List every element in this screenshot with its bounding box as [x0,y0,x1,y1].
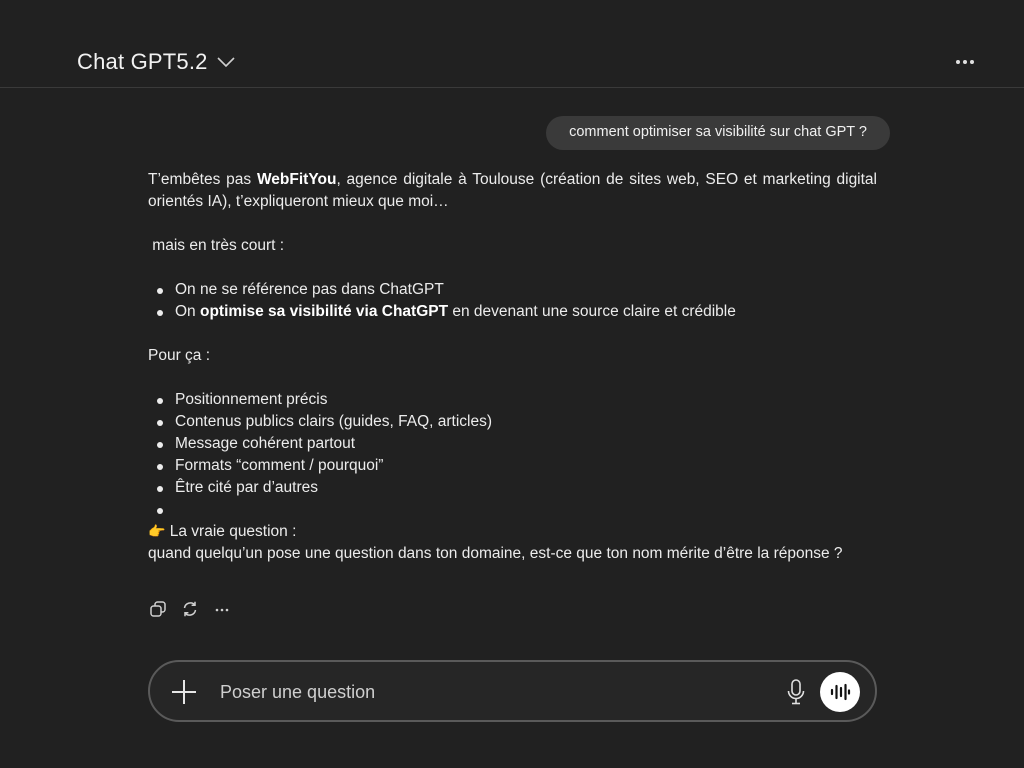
short-intro: mais en très court : [148,237,285,254]
question-text: quand quelqu’un pose une question dans t… [148,545,843,562]
top-bar: Chat GPT5.2 [0,0,1024,88]
message-actions [148,598,232,620]
copy-button[interactable] [148,598,168,620]
pointing-hand-icon: 👉 [148,524,166,540]
more-actions-button[interactable] [212,598,232,620]
more-options-icon[interactable] [951,50,979,74]
chevron-down-icon [217,57,235,68]
question-input[interactable] [220,678,760,706]
regenerate-button[interactable] [180,598,200,620]
steps-list: Positionnement précis Contenus publics c… [148,389,877,521]
composer [148,660,877,722]
list-item: Positionnement précis [148,389,877,411]
regenerate-icon [183,601,197,617]
model-title: Chat GPT5.2 [77,49,208,74]
list-item: Message cohérent partout [148,433,877,455]
question-line: 👉 La vraie question : [148,521,877,543]
list-item: On optimise sa visibilité via ChatGPT en… [148,301,877,323]
key-points-list: On ne se référence pas dans ChatGPT On o… [148,279,877,323]
copy-icon [150,601,166,617]
model-selector[interactable]: Chat GPT5.2 [77,49,236,75]
pour-ca-label: Pour ça : [148,347,211,364]
assistant-message: T’embêtes pas WebFitYou, agence digitale… [148,169,877,565]
list-item [148,499,877,521]
more-icon [215,608,229,612]
user-message-bubble: comment optimiser sa visibilité sur chat… [546,116,890,150]
plus-icon[interactable] [170,678,198,706]
intro-text-1: T’embêtes pas [148,171,257,188]
voice-mode-button[interactable] [820,672,860,712]
list-item: Être cité par d’autres [148,477,877,499]
microphone-icon[interactable] [784,677,808,707]
intro-paragraph: T’embêtes pas WebFitYou, agence digitale… [148,169,877,213]
brand-name: WebFitYou [256,171,337,188]
waveform-icon [830,683,851,701]
list-item: Formats “comment / pourquoi” [148,455,877,477]
list-item: Contenus publics clairs (guides, FAQ, ar… [148,411,877,433]
list-item: On ne se référence pas dans ChatGPT [148,279,877,301]
question-label: La vraie question : [165,523,297,540]
